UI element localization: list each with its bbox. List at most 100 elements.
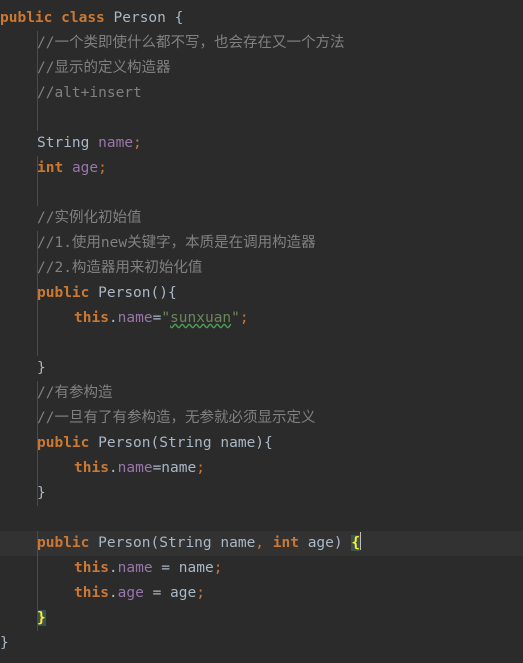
code-line[interactable]: } [0,606,523,631]
code-line[interactable]: this.name = name; [0,556,523,581]
code-comment: //2.构造器用来初始化值 [37,260,203,276]
code-comment: //实例化初始值 [37,210,142,226]
indent-guide [37,481,38,506]
code-token: public [37,435,90,451]
code-comment: //alt+insert [37,85,142,101]
string-literal: sunxuan [170,310,232,326]
code-token: int [37,160,64,176]
code-comment: //1.使用new关键字，本质是在调用构造器 [37,235,316,251]
code-line[interactable]: //一个类即使什么都不写，也会存在又一个方法 [0,31,523,56]
code-token: Person [98,285,151,301]
string-literal: " [231,310,240,326]
code-token: ; [239,310,249,326]
code-token: ; [196,460,205,476]
code-token: public [37,285,90,301]
code-line[interactable] [0,181,523,206]
code-line[interactable]: //显示的定义构造器 [0,56,523,81]
code-line[interactable]: } [0,481,523,506]
code-line[interactable] [0,331,523,356]
code-line[interactable]: //实例化初始值 [0,206,523,231]
code-token: Person [113,10,166,26]
code-token: Person [98,435,151,451]
code-line[interactable]: public class Person { [0,6,523,31]
indent-guide [37,531,38,631]
code-line[interactable]: this.name=name; [0,456,523,481]
code-editor[interactable]: public class Person { //一个类即使什么都不写，也会存在又一… [0,0,523,663]
code-token: = age [143,585,197,601]
code-token: age [117,585,144,601]
code-token: ; [133,135,142,151]
code-token: ( [150,435,160,451]
indent-guide [37,231,38,331]
code-token: . [108,460,118,476]
code-line[interactable] [0,506,523,531]
indent-guide [37,156,38,206]
code-token: ; [196,585,205,601]
code-line[interactable] [0,106,523,131]
code-token: ; [213,560,223,576]
code-token: this [74,310,109,326]
code-token: = name [152,560,214,576]
code-token: . [108,585,118,601]
matching-brace: } [37,610,46,626]
code-token: name [220,435,256,451]
code-comment: //一个类即使什么都不写，也会存在又一个方法 [37,35,345,51]
code-line[interactable]: public Person(){ [0,281,523,306]
code-token: } [37,360,46,376]
code-line[interactable]: int age; [0,156,523,181]
code-token: public [0,10,53,26]
code-line[interactable]: //1.使用new关键字，本质是在调用构造器 [0,231,523,256]
code-token: =name [152,460,197,476]
code-line[interactable]: //2.构造器用来初始化值 [0,256,523,281]
code-token: String [159,435,212,451]
indent-guide [37,31,38,131]
code-token: { [174,10,184,26]
code-token: age [71,160,99,176]
code-token: String [37,135,90,151]
code-token: (){ [150,285,177,301]
code-token: String [159,535,212,551]
code-token: this [74,460,109,476]
code-line[interactable]: public Person(String name, int age) { [0,531,523,556]
code-line[interactable]: //一旦有了有参构造，无参就必须显示定义 [0,406,523,431]
code-token: int [272,535,299,551]
string-literal: " [161,310,171,326]
code-token: name [220,535,256,551]
code-token: age [307,535,334,551]
code-token: ; [98,160,107,176]
code-token: this [74,560,109,576]
code-token: name [117,560,153,576]
text-caret [360,532,362,550]
code-comment: //有参构造 [37,385,113,401]
code-token: . [108,310,118,326]
code-line[interactable]: this.name="sunxuan"; [0,306,523,331]
code-line[interactable]: } [0,356,523,381]
code-token: class [61,10,105,26]
code-line[interactable]: //有参构造 [0,381,523,406]
code-token: = [152,310,162,326]
indent-guide [37,331,38,356]
code-line[interactable]: //alt+insert [0,81,523,106]
code-line[interactable]: public Person(String name){ [0,431,523,456]
code-line[interactable]: this.age = age; [0,581,523,606]
code-token: this [74,585,109,601]
code-token: . [108,560,118,576]
code-line[interactable]: String name; [0,131,523,156]
matching-brace: { [351,535,361,551]
code-token: ){ [255,435,273,451]
code-lines-container[interactable]: public class Person { //一个类即使什么都不写，也会存在又一… [0,6,523,656]
code-token: public [37,535,90,551]
code-token: ) [333,535,343,551]
code-line[interactable]: } [0,631,523,656]
code-token: Person [98,535,151,551]
indent-guide [37,381,38,481]
